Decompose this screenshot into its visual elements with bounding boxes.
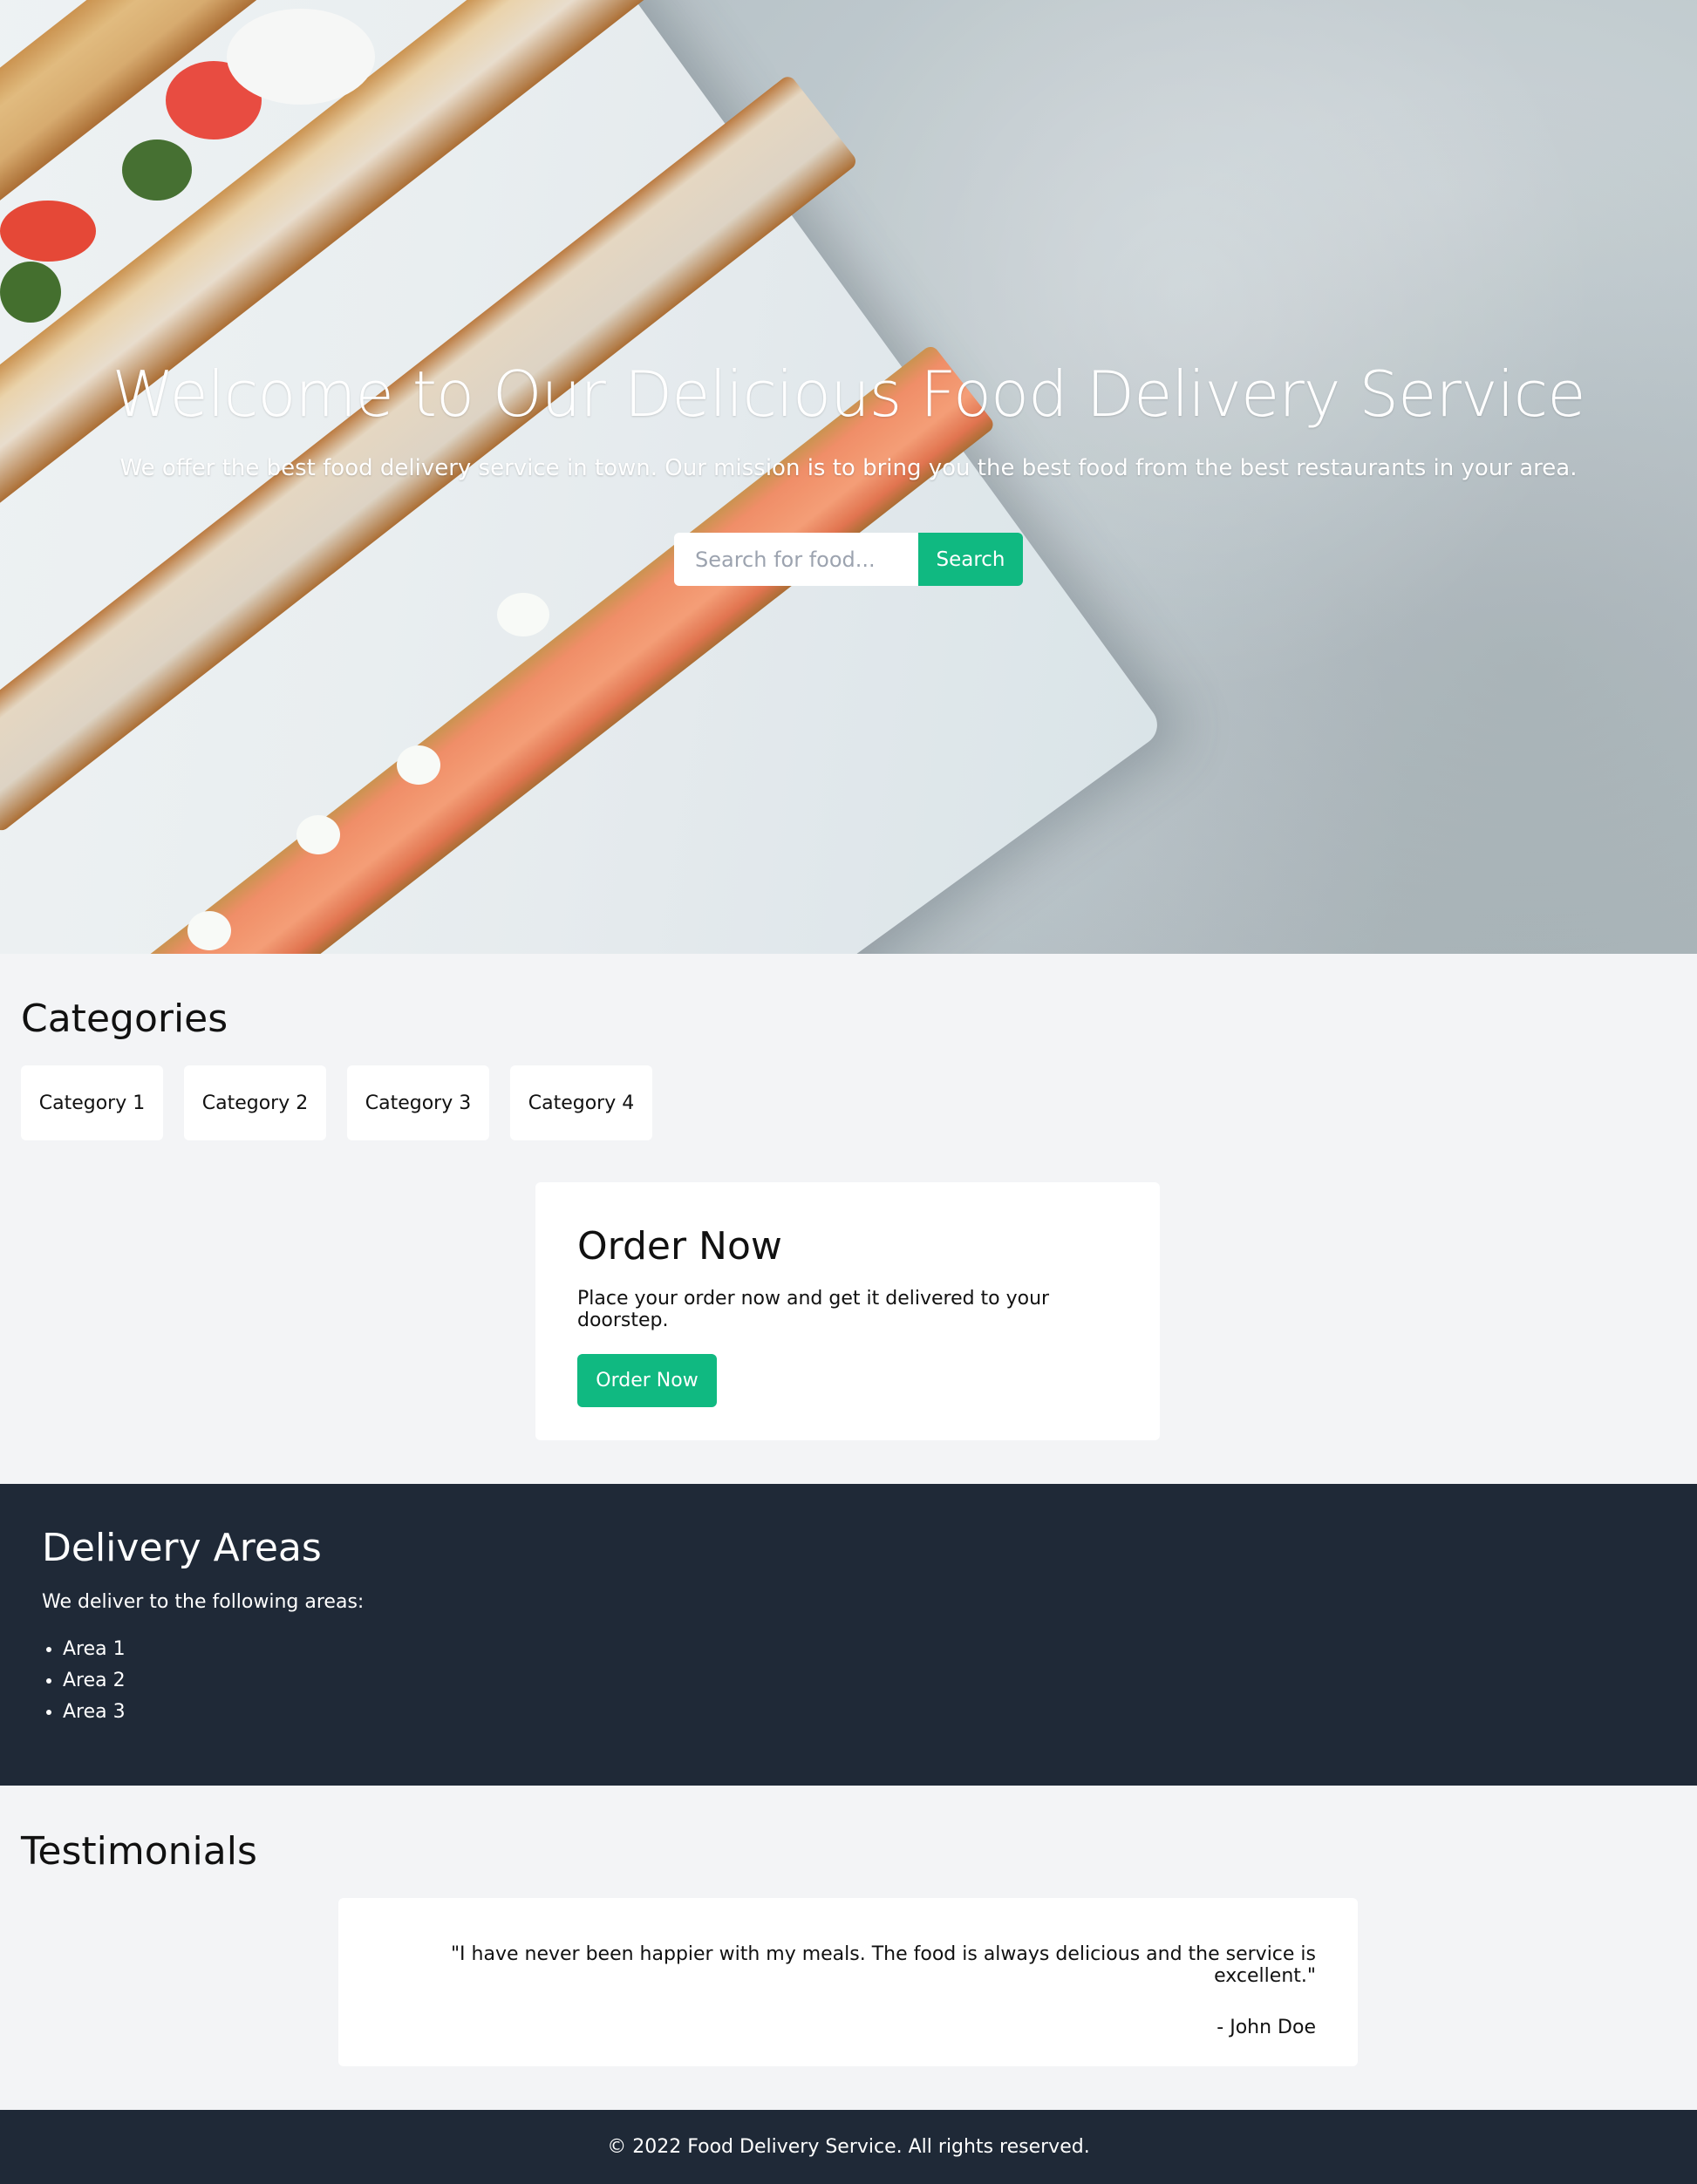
order-now-card: Order Now Place your order now and get i… <box>535 1182 1160 1440</box>
hero-content: Welcome to Our Delicious Food Delivery S… <box>0 0 1697 954</box>
testimonial-author: - John Doe <box>1217 2017 1316 2038</box>
search-button[interactable]: Search <box>918 533 1023 586</box>
hero-subtitle: We offer the best food delivery service … <box>119 455 1578 481</box>
delivery-areas-list: Area 1 Area 2 Area 3 <box>42 1634 1655 1728</box>
categories-title: Categories <box>21 997 228 1041</box>
delivery-areas-title: Delivery Areas <box>42 1526 322 1570</box>
order-now-button[interactable]: Order Now <box>577 1354 717 1407</box>
category-card[interactable]: Category 1 <box>21 1065 163 1140</box>
order-now-title: Order Now <box>577 1224 782 1269</box>
testimonials-title: Testimonials <box>21 1829 257 1874</box>
category-card[interactable]: Category 3 <box>347 1065 489 1140</box>
footer: © 2022 Food Delivery Service. All rights… <box>0 2110 1697 2184</box>
category-card[interactable]: Category 4 <box>510 1065 652 1140</box>
category-card[interactable]: Category 2 <box>184 1065 326 1140</box>
search-form: Search <box>674 533 1023 586</box>
footer-copyright: © 2022 Food Delivery Service. All rights… <box>607 2136 1090 2158</box>
delivery-area-item: Area 2 <box>63 1665 1655 1697</box>
delivery-area-item: Area 1 <box>63 1634 1655 1665</box>
delivery-area-item: Area 3 <box>63 1697 1655 1728</box>
delivery-areas-section: Delivery Areas We deliver to the followi… <box>0 1484 1697 1786</box>
search-input[interactable] <box>674 533 918 586</box>
testimonial-quote: "I have never been happier with my meals… <box>450 1943 1316 1987</box>
delivery-areas-text: We deliver to the following areas: <box>42 1591 365 1613</box>
order-now-text: Place your order now and get it delivere… <box>577 1288 1050 1331</box>
hero-title: Welcome to Our Delicious Food Delivery S… <box>112 357 1586 431</box>
hero-section: Welcome to Our Delicious Food Delivery S… <box>0 0 1697 954</box>
testimonial-card: "I have never been happier with my meals… <box>338 1898 1358 2066</box>
categories-list: Category 1 Category 2 Category 3 Categor… <box>21 1065 652 1140</box>
